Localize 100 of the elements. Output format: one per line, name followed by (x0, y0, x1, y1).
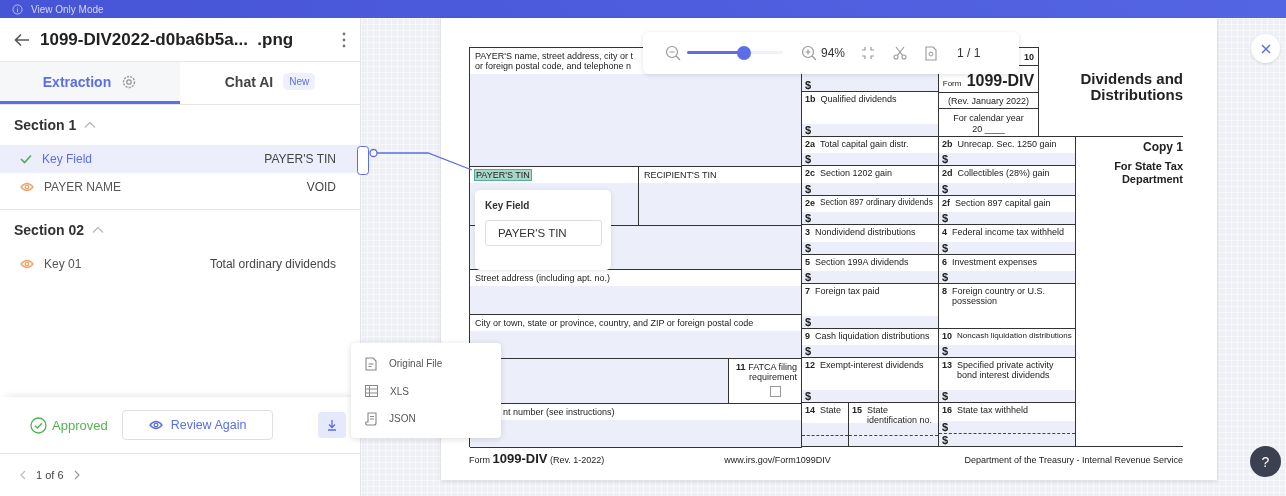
review-again-button[interactable]: Review Again (121, 410, 274, 440)
form-label: Unrecap. Sec. 1250 gain (957, 139, 1057, 151)
form-label: or foreign postal code, and telephone n (475, 61, 633, 71)
form-url: www.irs.gov/Form1099DIV (724, 455, 832, 465)
form-title: Dividends and Distributions (1079, 69, 1183, 105)
zoom-slider[interactable] (687, 46, 783, 60)
zoom-in-icon[interactable] (801, 45, 817, 61)
dollar-sign: $ (941, 153, 950, 165)
field-value: Total ordinary dividends (209, 257, 336, 271)
dollar-sign: $ (941, 390, 950, 402)
box-number: 4 (942, 227, 947, 239)
form-label: State (820, 405, 842, 415)
info-icon (12, 3, 23, 15)
dollar-sign: $ (941, 271, 950, 283)
section-title: Section 02 (14, 222, 85, 238)
form-label: Cash liquidation distributions (815, 331, 930, 343)
form-label: Specified private activity bond interest dividends (957, 360, 1055, 380)
view-only-notice: View Only Mode (31, 3, 104, 15)
form-label: RECIPIENT'S TIN (644, 170, 717, 180)
dollar-sign: $ (941, 345, 950, 357)
form-label: PAYER'S name, street address, city or t (475, 51, 634, 61)
scroll-icon (365, 411, 377, 426)
form-label: FATCA filing requirement (748, 362, 797, 382)
more-options-icon[interactable] (342, 31, 346, 48)
form-label: Section 1202 gain (820, 168, 893, 180)
form-label: For calendar year (953, 113, 1024, 123)
check-circle-icon (30, 416, 47, 434)
form-label: State identification no. (867, 405, 934, 423)
form-label: Section 199A dividends (815, 257, 909, 269)
download-button[interactable] (318, 412, 346, 438)
form-label: Total capital gain distr. (820, 139, 909, 151)
menu-item[interactable]: JSON (351, 405, 501, 433)
omb-number: 10 (1024, 51, 1034, 62)
box-number: 14 (805, 405, 815, 415)
slider-thumb[interactable] (736, 46, 751, 60)
back-arrow-icon[interactable] (14, 32, 30, 47)
form-label: State tax withheld (957, 405, 1029, 415)
menu-item[interactable]: Original File (351, 350, 501, 378)
menu-item-label: Original File (389, 358, 443, 370)
form-label: Street address (including apt. no.) (475, 273, 611, 283)
form-label: PAYER'S TIN (475, 170, 531, 180)
settings-icon[interactable] (121, 73, 138, 90)
key-value-field[interactable]: PAYER'S TIN (485, 220, 602, 246)
field-row[interactable]: Key 01 Total ordinary dividends (0, 250, 360, 278)
checkbox[interactable] (769, 386, 781, 397)
copy-title: Copy 1 (1142, 140, 1183, 154)
box-number: 11 (736, 362, 746, 372)
section-title: Section 1 (14, 117, 77, 133)
tab[interactable]: Extraction (0, 62, 180, 104)
page-indicator: 1 of 6 (36, 469, 64, 481)
previous-page-icon[interactable] (20, 470, 26, 480)
page-search-icon[interactable] (925, 45, 938, 61)
revision-date: (Rev. January 2022) (948, 95, 1029, 106)
caret-icon[interactable] (84, 121, 97, 129)
form-label: Qualified dividends (820, 94, 897, 104)
form-label: Section 897 capital gain (955, 198, 1051, 210)
box-number: 13 (942, 360, 952, 370)
form-footer-name: Form 1099-DIV (Rev. 1-2022) (469, 451, 605, 466)
dollar-sign: $ (941, 183, 950, 195)
box-number: 16 (942, 405, 952, 415)
box-number: 6 (942, 257, 947, 269)
box-number: 2f (942, 198, 950, 210)
fit-screen-icon[interactable] (861, 46, 876, 60)
box-number: 2b (942, 139, 953, 151)
caret-icon[interactable] (92, 226, 105, 234)
form-label: City or town, state or province, country, and ZIP or foreign postal code (475, 318, 754, 328)
field-row[interactable]: PAYER NAME VOID (0, 173, 360, 201)
menu-item-label: JSON (389, 413, 416, 425)
box-number: 2d (942, 168, 953, 180)
approved-status: Approved (52, 417, 108, 433)
field-row[interactable]: Key Field PAYER'S TIN (0, 145, 360, 173)
download-icon (327, 419, 337, 431)
box-number: 9 (805, 331, 810, 343)
form-label: Exempt-interest dividends (820, 360, 924, 370)
field-label: Key Field (42, 152, 94, 166)
form-label: Investment expenses (952, 257, 1038, 269)
form-label: nt number (see instructions) (503, 407, 615, 417)
box-number: 10 (942, 331, 952, 343)
resize-handle[interactable] (357, 146, 369, 175)
zoom-out-icon[interactable] (665, 45, 681, 61)
close-button[interactable] (1251, 34, 1280, 63)
box-number: 2a (805, 139, 815, 151)
dollar-sign: $ (804, 316, 813, 328)
eye-icon (148, 420, 163, 430)
dollar-sign: $ (941, 421, 950, 433)
menu-item[interactable]: XLS (351, 377, 501, 405)
dollar-sign: $ (804, 242, 813, 254)
box-number: 7 (805, 286, 810, 296)
help-button[interactable]: ? (1250, 446, 1281, 477)
box-number: 2e (805, 198, 815, 210)
field-label: PAYER NAME (44, 180, 122, 194)
box-number: 2c (805, 168, 815, 180)
close-icon (1260, 43, 1271, 54)
scissors-icon[interactable] (893, 46, 908, 60)
next-page-icon[interactable] (73, 470, 80, 480)
dollar-sign: $ (941, 242, 950, 254)
dollar-sign: $ (804, 153, 813, 165)
field-value: PAYER'S TIN (264, 152, 336, 166)
dollar-sign: $ (804, 390, 813, 402)
document-icon (365, 356, 377, 371)
